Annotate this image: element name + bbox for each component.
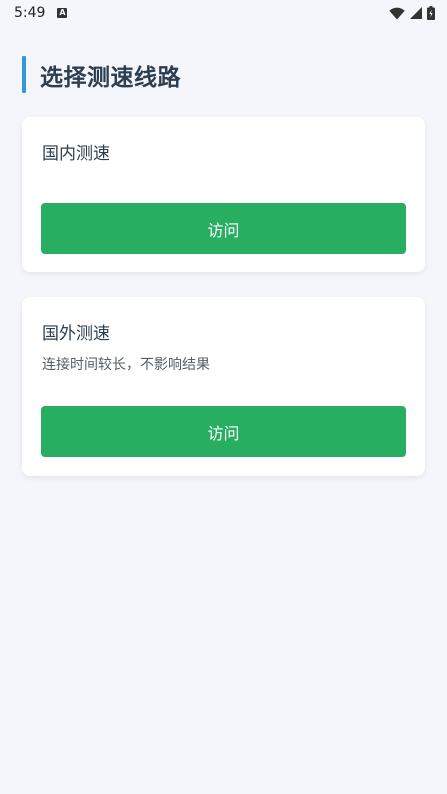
page-title: 选择测速线路 (40, 64, 181, 91)
wifi-icon (389, 7, 405, 19)
speed-test-card-international: 国外测速 连接时间较长，不影响结果 访问 (22, 297, 425, 476)
card-title: 国外测速 (42, 324, 110, 344)
page-header: 选择测速线路 (22, 56, 181, 93)
a-icon: A (57, 8, 68, 18)
card-description: 连接时间较长，不影响结果 (42, 357, 210, 373)
signal-icon (410, 7, 422, 19)
status-icons (389, 6, 435, 20)
speed-test-card-domestic: 国内测速 访问 (22, 117, 425, 272)
card-title: 国内测速 (42, 144, 110, 164)
visit-button-international[interactable]: 访问 (41, 406, 406, 457)
battery-icon (427, 6, 435, 20)
status-time: 5:49 (14, 5, 46, 21)
status-bar: 5:49 A (0, 0, 447, 26)
visit-button-domestic[interactable]: 访问 (41, 203, 406, 254)
title-accent-bar (22, 56, 26, 93)
